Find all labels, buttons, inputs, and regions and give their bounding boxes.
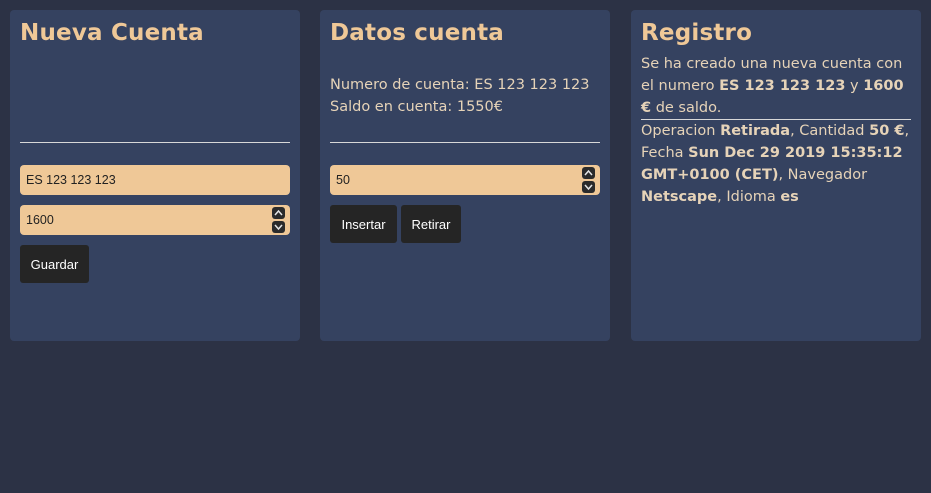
log-entry-operation: Operacion Retirada, Cantidad 50 €, Fecha… xyxy=(641,123,910,205)
account-number-text: Numero de cuenta: ES 123 123 123 xyxy=(330,77,590,93)
number-stepper[interactable] xyxy=(582,167,596,193)
account-number-field xyxy=(20,165,290,195)
log-title: Registro xyxy=(641,20,753,46)
save-button[interactable]: Guardar xyxy=(20,245,89,283)
withdraw-button[interactable]: Retirar xyxy=(401,205,461,243)
new-account-title: Nueva Cuenta xyxy=(20,20,204,46)
initial-balance-input[interactable] xyxy=(20,205,256,235)
account-data-title: Datos cuenta xyxy=(330,20,505,46)
log-panel: Registro Se ha creado una nueva cuenta c… xyxy=(631,10,921,341)
initial-balance-field xyxy=(20,205,290,235)
insert-button[interactable]: Insertar xyxy=(330,205,397,243)
amount-field xyxy=(330,165,600,195)
account-number-input[interactable] xyxy=(20,165,256,195)
amount-input[interactable] xyxy=(330,165,566,195)
account-data-panel: Datos cuenta Numero de cuenta: ES 123 12… xyxy=(320,10,610,341)
chevron-up-icon[interactable] xyxy=(272,207,285,219)
divider xyxy=(20,142,290,143)
new-account-panel: Nueva Cuenta Guardar xyxy=(10,10,300,341)
chevron-up-icon[interactable] xyxy=(582,167,595,179)
account-balance-text: Saldo en cuenta: 1550€ xyxy=(330,99,503,115)
log-entry-account-created: Se ha creado una nueva cuenta con el num… xyxy=(641,56,904,116)
divider xyxy=(330,142,600,143)
number-stepper[interactable] xyxy=(272,207,286,233)
chevron-down-icon[interactable] xyxy=(582,181,595,193)
chevron-down-icon[interactable] xyxy=(272,221,285,233)
